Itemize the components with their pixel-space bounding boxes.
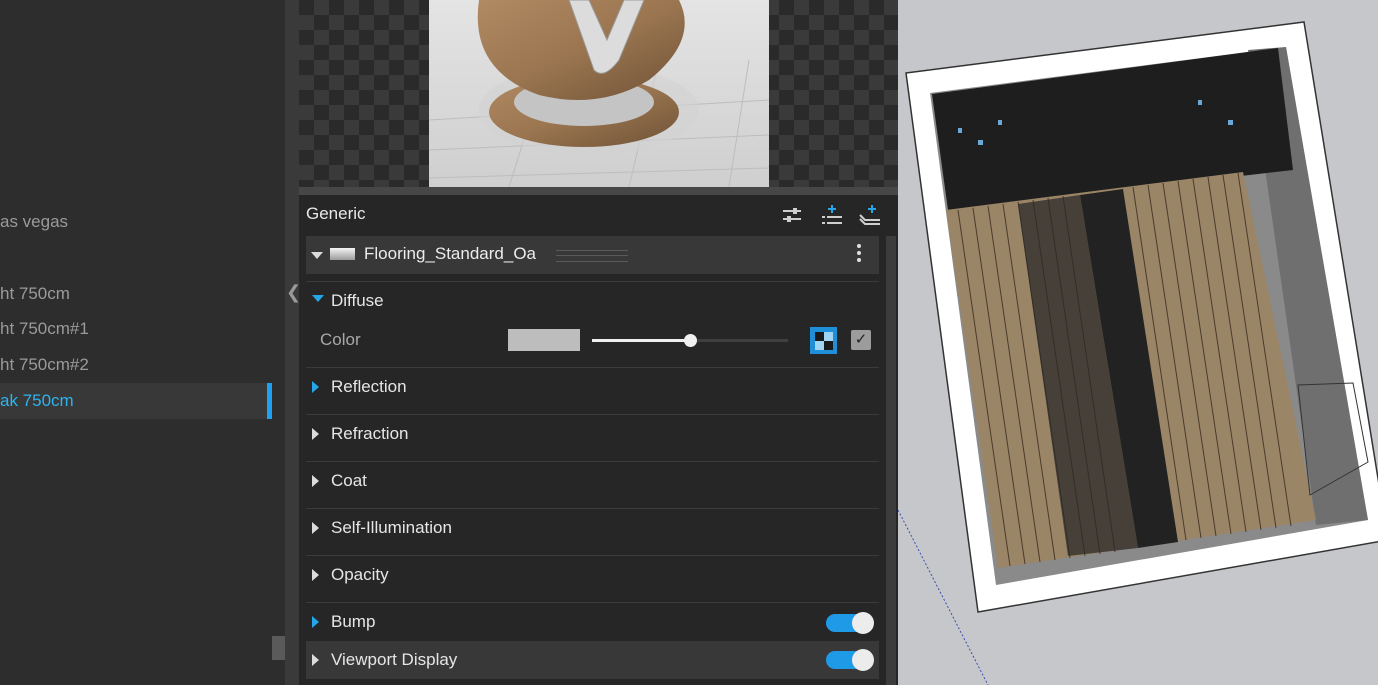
section-reflection[interactable]: Reflection	[306, 365, 879, 411]
section-label: Opacity	[331, 565, 389, 584]
outliner-item-label: ak 750cm	[0, 391, 74, 410]
section-refraction[interactable]: Refraction	[306, 412, 879, 458]
slider-handle[interactable]	[684, 334, 697, 347]
editor-header: Generic	[299, 195, 898, 235]
slider-fill	[592, 339, 690, 342]
section-label: Viewport Display	[331, 650, 458, 669]
outliner-item-label: ht 750cm#2	[0, 355, 89, 374]
material-swatch-icon	[330, 248, 355, 260]
chevron-right-icon	[312, 569, 319, 581]
outliner-item-label: ht 750cm	[0, 284, 70, 303]
outliner-item[interactable]: ht 750cm#1	[0, 311, 270, 347]
3d-viewport[interactable]	[898, 0, 1378, 685]
add-layer-icon[interactable]	[819, 203, 845, 227]
section-label: Self-Illumination	[331, 518, 452, 537]
chevron-down-icon	[312, 295, 324, 302]
chevron-right-icon	[312, 616, 319, 628]
chevron-right-icon	[312, 381, 319, 393]
section-label: Bump	[331, 612, 376, 631]
preview-splitter[interactable]	[299, 187, 898, 195]
color-swatch[interactable]	[508, 329, 580, 351]
diffuse-weight-slider[interactable]	[592, 334, 788, 347]
chevron-down-icon[interactable]	[311, 252, 323, 259]
outliner-item[interactable]: as vegas	[0, 204, 270, 240]
preview-render	[429, 0, 769, 187]
section-self-illumination[interactable]: Self-Illumination	[306, 506, 879, 552]
color-label: Color	[320, 330, 361, 349]
toggle-knob	[852, 612, 874, 634]
bump-toggle[interactable]	[826, 612, 874, 634]
material-type-title: Generic	[306, 204, 366, 223]
chevron-right-icon	[312, 522, 319, 534]
section-diffuse[interactable]: Diffuse	[306, 279, 879, 325]
sliders-icon[interactable]	[779, 203, 805, 227]
texture-map-icon[interactable]	[810, 327, 837, 354]
chevron-right-icon	[312, 428, 319, 440]
toggle-knob	[852, 649, 874, 671]
add-to-scene-icon[interactable]	[857, 203, 883, 227]
outliner-item-label: ht 750cm#1	[0, 319, 89, 338]
section-bump[interactable]: Bump	[306, 600, 879, 646]
section-viewport-display[interactable]: Viewport Display	[306, 641, 879, 679]
chevron-right-icon	[312, 654, 319, 666]
material-name: Flooring_Standard_Oa	[364, 244, 537, 263]
selection-indicator	[267, 383, 272, 419]
panel-collapse-strip[interactable]	[285, 0, 299, 685]
outliner-item[interactable]: ht 750cm	[0, 276, 270, 312]
material-preview	[299, 0, 898, 187]
section-opacity[interactable]: Opacity	[306, 553, 879, 599]
drag-handle[interactable]	[556, 250, 628, 262]
outliner-item-selected[interactable]: ak 750cm	[0, 383, 270, 419]
outliner-panel: as vegas ht 750cm ht 750cm#1 ht 750cm#2 …	[0, 0, 285, 685]
section-label: Coat	[331, 471, 367, 490]
outliner-item-label: as vegas	[0, 212, 69, 231]
editor-scrollbar[interactable]	[886, 236, 896, 685]
diffuse-enable-checkbox[interactable]: ✓	[851, 330, 871, 350]
section-label: Reflection	[331, 377, 407, 396]
section-label: Diffuse	[331, 291, 384, 310]
viewport-display-toggle[interactable]	[826, 649, 874, 671]
section-label: Refraction	[331, 424, 409, 443]
scene-render	[898, 21, 1378, 685]
material-layer-row[interactable]: Flooring_Standard_Oa	[306, 236, 879, 274]
outliner-scrollbar[interactable]	[272, 636, 285, 660]
section-coat[interactable]: Coat	[306, 459, 879, 505]
chevron-right-icon	[312, 475, 319, 487]
material-editor: Generic Flooring_Standard_Oa Diffuse Col…	[299, 0, 898, 685]
outliner-item[interactable]: ht 750cm#2	[0, 347, 270, 383]
more-options-icon[interactable]	[857, 244, 861, 262]
